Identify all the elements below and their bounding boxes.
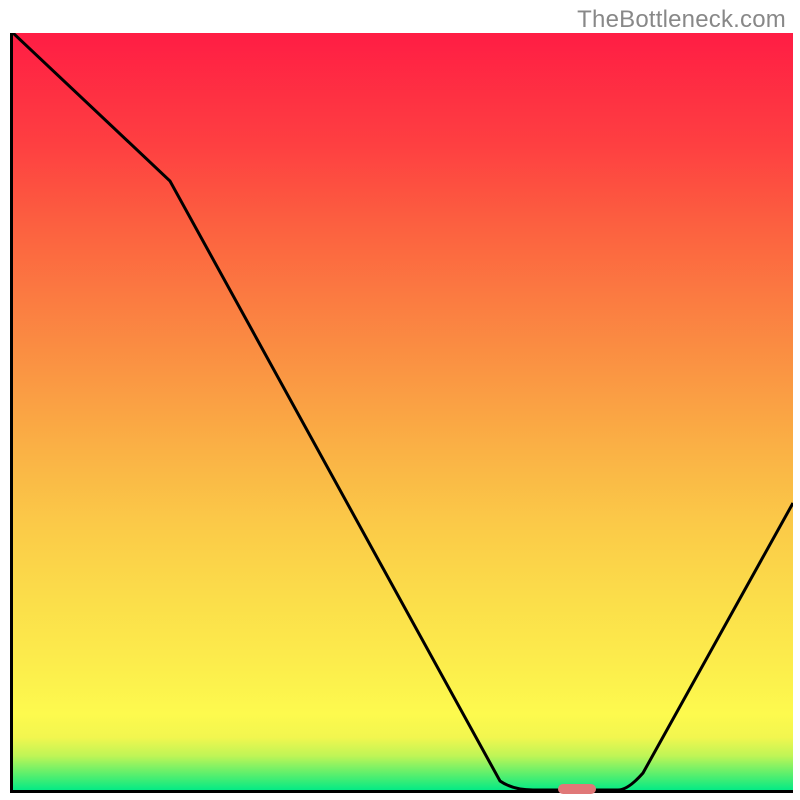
optimal-marker <box>558 784 596 794</box>
bottleneck-curve <box>13 33 793 790</box>
chart-container: TheBottleneck.com <box>0 0 800 800</box>
plot-area <box>10 33 793 793</box>
watermark-label: TheBottleneck.com <box>577 6 786 34</box>
curve-path <box>13 33 793 790</box>
